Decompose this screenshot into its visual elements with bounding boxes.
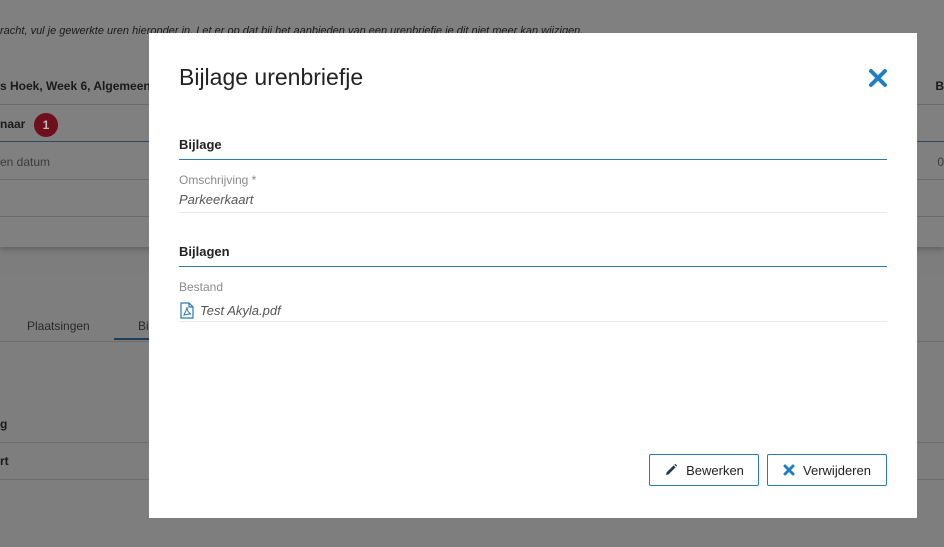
tab-plaatsingen[interactable]: Plaatsingen [27, 319, 90, 333]
section-title-bijlage: Bijlage [179, 137, 222, 152]
list-item: g [0, 417, 8, 431]
tab-bijlagen[interactable]: Bi [138, 319, 149, 333]
x-icon [783, 464, 795, 476]
close-icon [869, 69, 887, 87]
background-header-right: B [935, 79, 944, 93]
section-divider [179, 159, 887, 160]
pencil-icon [666, 463, 678, 475]
attachment-modal: Bijlage urenbriefje Bijlage Omschrijving… [149, 33, 917, 518]
list-item: rt [0, 454, 9, 468]
background-header: s Hoek, Week 6, Algemeen [0, 79, 151, 93]
field-separator [179, 212, 887, 213]
section-title-bijlagen: Bijlagen [179, 244, 230, 259]
close-button[interactable] [867, 67, 889, 89]
modal-title: Bijlage urenbriefje [179, 64, 364, 90]
pdf-file-icon [180, 302, 194, 319]
description-label: Omschrijving * [179, 173, 257, 187]
field-separator [179, 321, 887, 322]
background-date: en datum [0, 155, 51, 169]
background-row-label: naar [0, 117, 26, 131]
delete-button-label: Verwijderen [803, 462, 871, 478]
notification-badge: 1 [34, 113, 58, 137]
background-date-right: 0 [937, 155, 944, 169]
section-divider [179, 266, 887, 267]
active-tab-indicator [114, 338, 150, 340]
attachment-file-link[interactable]: Test Akyla.pdf [179, 302, 281, 319]
file-name: Test Akyla.pdf [200, 303, 281, 318]
file-label: Bestand [179, 280, 224, 294]
edit-button[interactable]: Bewerken [649, 454, 759, 486]
description-value: Parkeerkaart [179, 192, 254, 207]
delete-button[interactable]: Verwijderen [767, 454, 887, 486]
edit-button-label: Bewerken [686, 462, 744, 478]
